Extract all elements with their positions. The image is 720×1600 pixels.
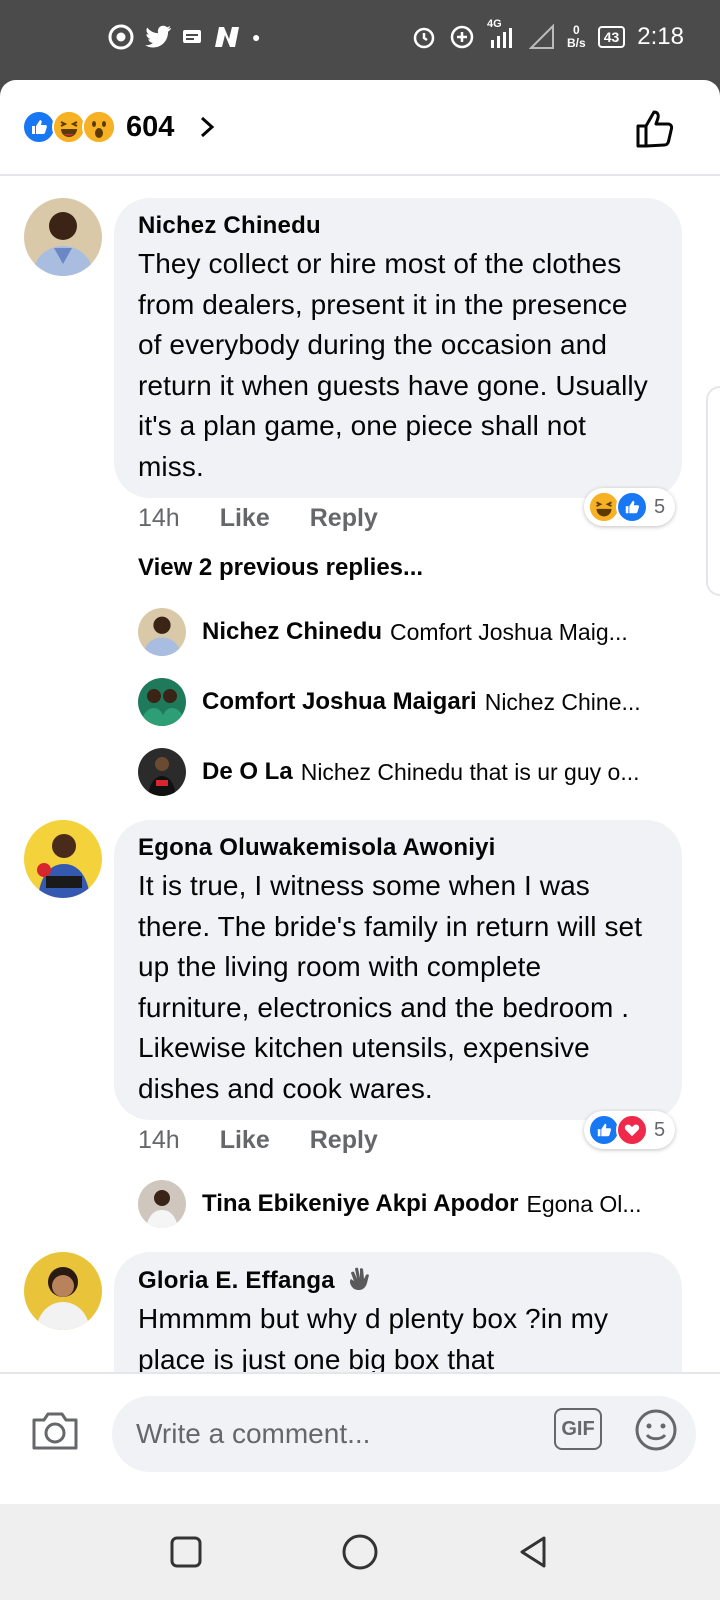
comment-timestamp: 14h [138, 1126, 180, 1154]
like-button[interactable]: Like [220, 1126, 270, 1155]
reaction-count: 604 [126, 110, 175, 143]
reply-preview[interactable]: De O La Nichez Chinedu that is ur guy o.… [138, 748, 678, 796]
reactions-header: 604 [0, 80, 720, 176]
reply-author[interactable]: Comfort Joshua Maigari [202, 688, 477, 716]
comment-reactions[interactable]: 5 [584, 488, 676, 526]
avatar[interactable] [24, 1252, 102, 1330]
reply-button[interactable]: Reply [310, 1126, 378, 1155]
chrome-icon [108, 24, 134, 50]
reply-preview[interactable]: Comfort Joshua Maigari Nichez Chine... [138, 678, 678, 726]
comment-text: Hmmmm but why d plenty box ?in my place … [138, 1303, 609, 1375]
reply-author[interactable]: Tina Ebikeniye Akpi Apodor [202, 1190, 519, 1218]
like-reaction-icon [616, 491, 648, 523]
reply-button[interactable]: Reply [310, 504, 378, 533]
reply-snippet: Nichez Chine... [484, 688, 641, 715]
waving-hand-icon [349, 1267, 369, 1290]
comment-author[interactable]: Egona Oluwakemisola Awoniyi [138, 834, 658, 862]
avatar[interactable] [24, 198, 102, 276]
battery-indicator: 43 [597, 26, 626, 48]
love-reaction-icon [616, 1114, 648, 1146]
like-thumb-icon[interactable] [634, 106, 678, 150]
back-button-icon[interactable] [514, 1532, 554, 1572]
emoji-icon[interactable] [634, 1408, 678, 1452]
comment-author[interactable]: Gloria E. Effanga [138, 1266, 658, 1295]
home-button-icon[interactable] [340, 1532, 380, 1572]
comment-text: It is true, I witness some when I was th… [138, 870, 643, 1104]
status-bar: ● 4G 0 B/s 43 2:18 [0, 0, 720, 80]
comment-bubble[interactable]: Egona Oluwakemisola Awoniyi It is true, … [114, 820, 682, 1120]
reply-snippet: Nichez Chinedu that is ur guy o... [300, 758, 640, 785]
signal-empty-icon [529, 24, 555, 49]
clock: 2:18 [637, 23, 684, 50]
twitter-icon [145, 25, 171, 48]
news-app-icon [215, 27, 239, 47]
like-button[interactable]: Like [220, 504, 270, 533]
reply-author[interactable]: De O La [202, 758, 293, 786]
recents-button-icon[interactable] [166, 1532, 206, 1572]
wow-reaction-icon [82, 110, 116, 144]
system-icons: 4G 0 B/s 43 2:18 [411, 18, 684, 52]
camera-icon[interactable] [30, 1408, 80, 1452]
chevron-right-icon[interactable] [196, 116, 218, 138]
reaction-count: 5 [654, 495, 666, 518]
comment-reactions[interactable]: 5 [584, 1111, 676, 1149]
like-reaction-icon [22, 110, 56, 144]
message-icon [183, 30, 201, 43]
avatar[interactable] [24, 820, 102, 898]
scroll-handle[interactable] [706, 386, 720, 596]
reply-snippet: Comfort Joshua Maig... [390, 618, 628, 645]
comment-text: They collect or hire most of the clothes… [138, 248, 648, 482]
avatar[interactable] [138, 748, 186, 796]
reply-author[interactable]: Nichez Chinedu [202, 618, 382, 646]
alarm-icon [413, 27, 435, 49]
comment-input[interactable]: Write a comment... [112, 1396, 696, 1472]
avatar[interactable] [138, 608, 186, 656]
haha-reaction-icon [52, 110, 86, 144]
reply-preview[interactable]: Nichez Chinedu Comfort Joshua Maig... [138, 608, 678, 656]
more-notifications-dot: ● [252, 29, 261, 45]
notification-icons: ● [108, 24, 260, 50]
data-saver-icon [450, 25, 474, 49]
comment-composer: Write a comment... GIF [0, 1372, 720, 1504]
gif-button[interactable]: GIF [554, 1408, 602, 1450]
comments-sheet: 604 Nichez Chinedu They collect or hire … [0, 80, 720, 1504]
signal-4g-icon: 4G [487, 18, 517, 52]
comment-author[interactable]: Nichez Chinedu [138, 212, 658, 240]
reply-snippet: Egona Ol... [526, 1190, 642, 1217]
comment-actions: 14h Like Reply [138, 504, 418, 533]
system-nav-bar [0, 1504, 720, 1600]
avatar[interactable] [138, 678, 186, 726]
view-previous-replies[interactable]: View 2 previous replies... [138, 554, 423, 582]
net-speed: 0 B/s [567, 23, 586, 50]
avatar[interactable] [138, 1180, 186, 1228]
reply-preview[interactable]: Tina Ebikeniye Akpi Apodor Egona Ol... [138, 1180, 678, 1228]
comment-timestamp: 14h [138, 504, 180, 532]
comment-bubble[interactable]: Nichez Chinedu They collect or hire most… [114, 198, 682, 498]
reaction-count: 5 [654, 1118, 666, 1141]
comment-actions: 14h Like Reply [138, 1126, 418, 1155]
reactions-summary[interactable]: 604 [22, 110, 218, 144]
